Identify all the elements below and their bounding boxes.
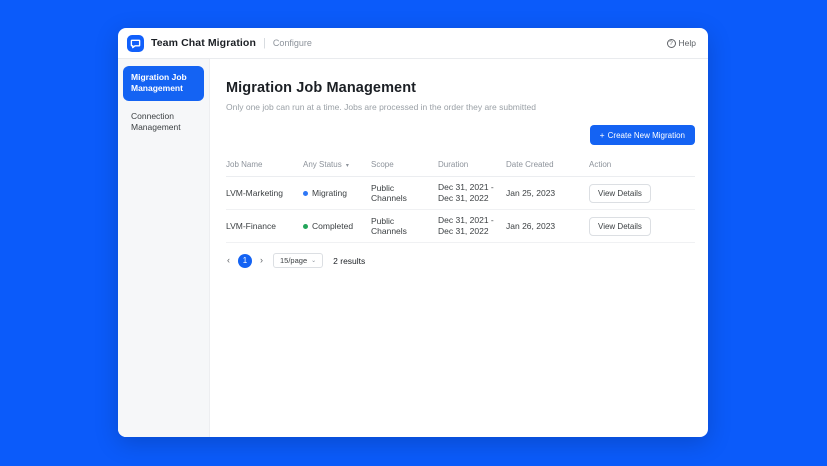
table-row: LVM-Marketing Migrating Public Channels … — [226, 177, 695, 210]
desktop-background: { "header": { "app_title": "Team Chat Mi… — [0, 0, 827, 466]
status-label: Completed — [312, 221, 353, 231]
jobs-table: Job Name Any Status ▾ Scope Duration Dat… — [226, 156, 695, 243]
help-button[interactable]: ? Help — [667, 38, 696, 48]
results-count: 2 results — [333, 256, 365, 266]
create-button-label: Create New Migration — [608, 131, 685, 140]
job-name-cell: LVM-Marketing — [226, 188, 303, 198]
question-circle-icon: ? — [667, 39, 676, 48]
chevron-down-icon: ⌄ — [311, 257, 316, 264]
page-size-label: 15/page — [280, 256, 307, 265]
sidebar: Migration Job Management Connection Mana… — [118, 59, 210, 437]
app-window: Team Chat Migration | Configure ? Help M… — [118, 28, 708, 437]
help-label: Help — [679, 38, 696, 48]
sidebar-item-label: Migration Job Management — [131, 72, 187, 93]
app-header: Team Chat Migration | Configure ? Help — [118, 28, 708, 59]
duration-cell: Dec 31, 2021 - Dec 31, 2022 — [438, 182, 506, 205]
page-title: Migration Job Management — [226, 80, 695, 96]
status-cell: Migrating — [303, 188, 371, 198]
body-wrap: Migration Job Management Connection Mana… — [118, 59, 708, 437]
column-header-action: Action — [589, 160, 695, 169]
status-dot-icon — [303, 191, 308, 196]
main-content: Migration Job Management Only one job ca… — [210, 59, 708, 437]
chevron-down-icon: ▾ — [346, 163, 349, 169]
view-details-button[interactable]: View Details — [589, 217, 651, 236]
page-subtitle: Only one job can run at a time. Jobs are… — [226, 102, 695, 112]
sidebar-item-connection-management[interactable]: Connection Management — [123, 105, 204, 140]
view-details-button[interactable]: View Details — [589, 184, 651, 203]
pagination: ‹ 1 › 15/page ⌄ 2 results — [226, 253, 695, 268]
status-filter-label: Any Status — [303, 160, 342, 169]
job-name-cell: LVM-Finance — [226, 221, 303, 231]
sidebar-item-label: Connection Management — [131, 111, 181, 132]
column-header-duration: Duration — [438, 160, 506, 169]
page-size-select[interactable]: 15/page ⌄ — [273, 253, 323, 268]
create-new-migration-button[interactable]: + Create New Migration — [590, 125, 695, 145]
column-header-scope: Scope — [371, 160, 438, 169]
date-created-cell: Jan 26, 2023 — [506, 221, 589, 231]
app-logo — [127, 35, 144, 52]
nav-configure[interactable]: Configure — [273, 38, 312, 48]
column-header-date-created: Date Created — [506, 160, 589, 169]
date-created-cell: Jan 25, 2023 — [506, 188, 589, 198]
toolbar: + Create New Migration — [226, 125, 695, 145]
previous-page-button[interactable]: ‹ — [226, 256, 231, 265]
sidebar-item-migration-job-management[interactable]: Migration Job Management — [123, 66, 204, 101]
current-page-button[interactable]: 1 — [238, 254, 252, 268]
status-label: Migrating — [312, 188, 347, 198]
chat-bubble-icon — [130, 38, 141, 49]
app-title: Team Chat Migration — [151, 37, 256, 49]
column-header-status-filter[interactable]: Any Status ▾ — [303, 160, 371, 169]
duration-cell: Dec 31, 2021 - Dec 31, 2022 — [438, 215, 506, 238]
table-row: LVM-Finance Completed Public Channels De… — [226, 210, 695, 243]
next-page-button[interactable]: › — [259, 256, 264, 265]
column-header-job-name: Job Name — [226, 160, 303, 169]
table-header-row: Job Name Any Status ▾ Scope Duration Dat… — [226, 156, 695, 177]
scope-cell: Public Channels — [371, 183, 438, 203]
header-divider: | — [263, 37, 266, 49]
plus-icon: + — [600, 130, 605, 140]
status-cell: Completed — [303, 221, 371, 231]
status-dot-icon — [303, 224, 308, 229]
scope-cell: Public Channels — [371, 216, 438, 236]
